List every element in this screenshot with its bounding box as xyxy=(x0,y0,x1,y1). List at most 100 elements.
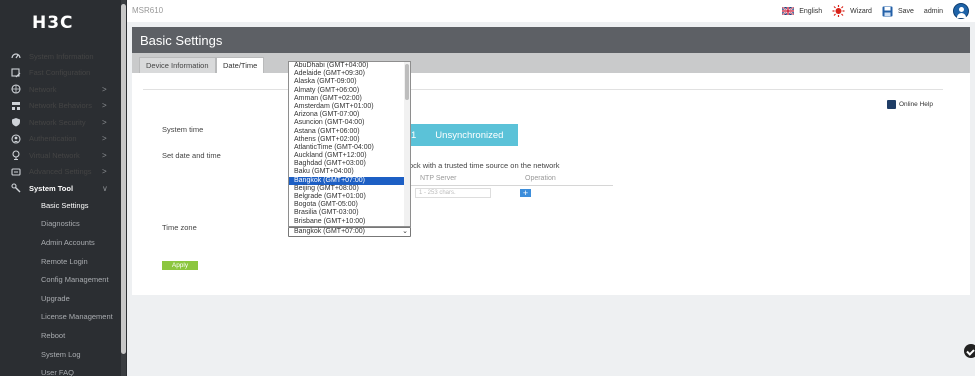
apply-button[interactable]: Apply xyxy=(162,261,198,270)
top-bar-actions: English Wizard Save admin xyxy=(782,3,969,19)
globe-icon xyxy=(10,84,21,95)
sidebar-item-advanced-settings[interactable]: Advanced Settings > xyxy=(0,164,120,181)
ntp-server-input[interactable]: 1 - 253 chars. xyxy=(415,188,491,198)
sidebar-subitem-diagnostics[interactable]: Diagnostics xyxy=(0,215,120,234)
ntp-server-header: NTP Server xyxy=(420,175,457,182)
add-ntp-server-button[interactable]: + xyxy=(520,189,531,198)
sidebar-item-label: Network xyxy=(29,84,57,94)
time-zone-option[interactable]: AbuDhabi (GMT+04:00) xyxy=(289,62,410,70)
authentication-icon xyxy=(10,133,21,144)
online-help-link[interactable]: Online Help xyxy=(887,100,933,109)
sidebar-item-fast-configuration[interactable]: Fast Configuration xyxy=(0,65,120,82)
time-zone-option[interactable]: Athens (GMT+02:00) xyxy=(289,136,410,144)
sidebar-item-label: System Information xyxy=(29,51,94,61)
avatar[interactable] xyxy=(953,3,969,19)
wizard-label: Wizard xyxy=(850,7,872,15)
time-zone-option[interactable]: Bangkok (GMT+07:00) xyxy=(289,176,410,185)
time-zone-option[interactable]: Beijing (GMT+08:00) xyxy=(289,185,410,193)
time-zone-option[interactable]: Astana (GMT+06:00) xyxy=(289,128,410,136)
chevron-right-icon: > xyxy=(102,134,107,144)
sidebar-item-network-security[interactable]: Network Security > xyxy=(0,114,120,131)
sidebar-item-label: Virtual Network xyxy=(29,150,80,160)
tab-date-time[interactable]: Date/Time xyxy=(216,57,265,73)
virtual-network-icon xyxy=(10,150,21,161)
sidebar-item-label: Authentication xyxy=(29,134,77,144)
time-zone-option[interactable]: Asuncion (GMT-04:00) xyxy=(289,119,410,127)
system-tool-icon xyxy=(10,183,21,194)
fast-config-icon xyxy=(10,67,21,78)
sidebar-item-label: Network Security xyxy=(29,117,86,127)
operation-header: Operation xyxy=(525,175,556,182)
time-zone-option[interactable]: Bogota (GMT-05:00) xyxy=(289,201,410,209)
save-button[interactable]: Save xyxy=(882,6,914,17)
time-zone-option[interactable]: Brisbane (GMT+10:00) xyxy=(289,218,410,226)
sidebar-item-label: Advanced Settings xyxy=(29,167,92,177)
save-icon xyxy=(882,6,893,16)
time-zone-option[interactable]: Auckland (GMT+12:00) xyxy=(289,152,410,160)
wizard-button[interactable]: Wizard xyxy=(832,5,872,17)
chevron-right-icon: > xyxy=(102,117,107,127)
time-zone-label: Time zone xyxy=(162,223,197,232)
sidebar-subitem-license-management[interactable]: License Management xyxy=(0,308,120,327)
save-label: Save xyxy=(897,7,914,15)
ntp-sync-note: ock with a trusted time source on the ne… xyxy=(409,161,560,170)
wizard-icon xyxy=(832,5,845,17)
time-zone-option[interactable]: Alaska (GMT-09:00) xyxy=(289,78,410,86)
chat-icon[interactable] xyxy=(964,344,975,358)
sidebar-menu: System Information Fast Configuration Ne… xyxy=(0,48,120,197)
sidebar-subitem-user-faq[interactable]: User FAQ xyxy=(0,363,120,382)
network-behaviors-icon xyxy=(10,100,21,111)
time-zone-option[interactable]: Almaty (GMT+06:00) xyxy=(289,87,410,95)
sidebar-item-label: Network Behaviors xyxy=(29,101,92,111)
time-zone-option[interactable]: Belgrade (GMT+01:00) xyxy=(289,193,410,201)
tabs-bar: Device Information Date/Time xyxy=(132,53,970,73)
sidebar-subitem-config-management[interactable]: Config Management xyxy=(0,270,120,289)
sidebar-subitem-upgrade[interactable]: Upgrade xyxy=(0,289,120,308)
divider xyxy=(143,89,943,90)
sidebar-scrollbar-thumb[interactable] xyxy=(121,4,126,354)
sync-status-badge: 1 Unsynchronized xyxy=(408,124,518,146)
time-zone-select[interactable]: Bangkok (GMT+07:00) ⌄ xyxy=(288,227,411,237)
chevron-right-icon: > xyxy=(102,167,107,177)
page-title: Basic Settings xyxy=(140,33,223,48)
ntp-table-divider xyxy=(409,185,613,186)
device-model: MSR610 xyxy=(132,6,164,15)
tab-device-information[interactable]: Device Information xyxy=(139,57,216,73)
sidebar-item-system-information[interactable]: System Information xyxy=(0,48,120,65)
sidebar-subitem-admin-accounts[interactable]: Admin Accounts xyxy=(0,233,120,252)
time-zone-option[interactable]: Amsterdam (GMT+01:00) xyxy=(289,103,410,111)
language-button[interactable]: English xyxy=(782,7,822,15)
sidebar-item-system-tool[interactable]: System Tool ∨ xyxy=(0,180,120,197)
uk-flag-icon xyxy=(782,7,795,15)
language-label: English xyxy=(799,7,823,15)
chevron-right-icon: > xyxy=(102,150,107,160)
set-date-time-label: Set date and time xyxy=(162,151,221,160)
time-zone-option[interactable]: Baghdad (GMT+03:00) xyxy=(289,160,410,168)
user-name[interactable]: admin xyxy=(924,8,943,15)
time-zone-option[interactable]: AtlanticTime (GMT-04:00) xyxy=(289,144,410,152)
sidebar-item-authentication[interactable]: Authentication > xyxy=(0,131,120,148)
sidebar-item-virtual-network[interactable]: Virtual Network > xyxy=(0,147,120,164)
time-zone-option[interactable]: Brasilia (GMT-03:00) xyxy=(289,209,410,217)
top-bar: MSR610 English Wizard Save admin xyxy=(127,0,975,22)
system-time-label: System time xyxy=(162,125,204,134)
sidebar-item-network[interactable]: Network > xyxy=(0,81,120,98)
shield-icon xyxy=(10,117,21,128)
dropdown-scrollbar-thumb[interactable] xyxy=(405,64,409,100)
sync-status: Unsynchronized xyxy=(435,129,504,141)
sidebar-subitem-reboot[interactable]: Reboot xyxy=(0,326,120,345)
gauge-icon xyxy=(10,51,21,62)
system-tool-submenu: Basic Settings Diagnostics Admin Account… xyxy=(0,196,120,382)
sidebar-item-network-behaviors[interactable]: Network Behaviors > xyxy=(0,98,120,115)
chevron-right-icon: > xyxy=(102,84,107,94)
chevron-right-icon: > xyxy=(102,101,107,111)
sidebar-subitem-remote-login[interactable]: Remote Login xyxy=(0,252,120,271)
sidebar-subitem-basic-settings[interactable]: Basic Settings xyxy=(0,196,120,215)
sidebar-subitem-system-log[interactable]: System Log xyxy=(0,345,120,364)
time-zone-option[interactable]: Adelaide (GMT+09:30) xyxy=(289,70,410,78)
time-zone-option[interactable]: Arizona (GMT-07:00) xyxy=(289,111,410,119)
time-zone-selected-value: Bangkok (GMT+07:00) xyxy=(294,228,366,235)
time-zone-option[interactable]: Amman (GMT+02:00) xyxy=(289,95,410,103)
time-zone-option[interactable]: Baku (GMT+04:00) xyxy=(289,168,410,176)
time-zone-dropdown-list[interactable]: AbuDhabi (GMT+04:00) Adelaide (GMT+09:30)… xyxy=(288,61,411,227)
